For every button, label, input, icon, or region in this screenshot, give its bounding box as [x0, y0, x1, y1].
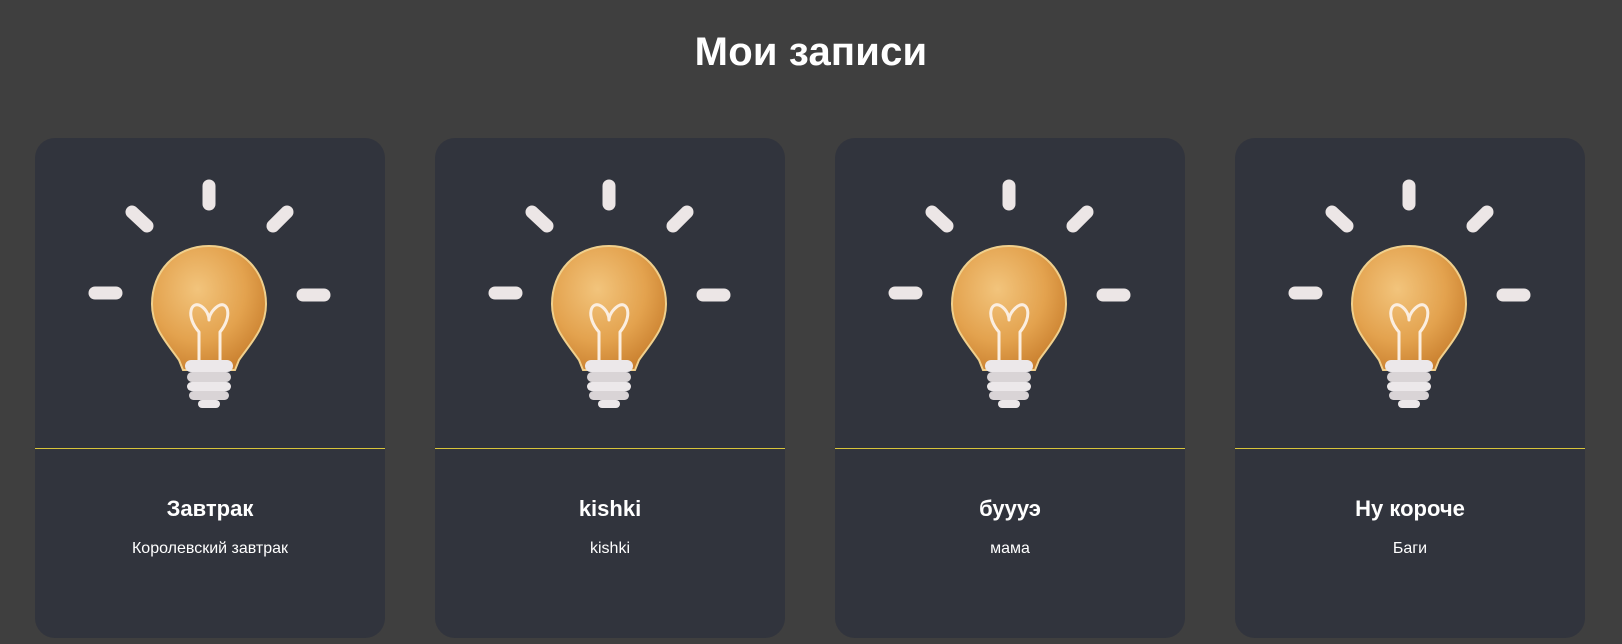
- note-card[interactable]: Ну короче Баги: [1235, 138, 1585, 638]
- lightbulb-icon: [1288, 179, 1531, 408]
- note-card[interactable]: буууэ мама: [835, 138, 1185, 638]
- card-text: мама: [990, 540, 1030, 557]
- card-divider: [1235, 448, 1585, 449]
- card-title: kishki: [578, 496, 642, 521]
- page-title: Мои записи: [694, 30, 928, 74]
- card-title: Ну короче: [1355, 496, 1465, 521]
- lightbulb-icon: [488, 179, 731, 408]
- card-text: Баги: [1392, 540, 1428, 557]
- card-image: [35, 138, 385, 448]
- card-title: буууэ: [979, 496, 1041, 521]
- card-divider: [35, 448, 385, 449]
- card-image: [435, 138, 785, 448]
- lightbulb-icon: [888, 179, 1131, 408]
- notes-grid: Завтрак Королевский завтрак kishki kishk…: [35, 138, 1586, 644]
- lightbulb-icon: [88, 179, 331, 408]
- note-card[interactable]: kishki kishki: [435, 138, 785, 638]
- card-title: Завтрак: [166, 496, 254, 521]
- note-card[interactable]: Завтрак Королевский завтрак: [35, 138, 385, 638]
- card-text: kishki: [589, 540, 630, 557]
- card-divider: [435, 448, 785, 449]
- card-image: [835, 138, 1185, 448]
- card-divider: [835, 448, 1185, 449]
- card-image: [1235, 138, 1585, 448]
- card-text: Королевский завтрак: [131, 540, 289, 557]
